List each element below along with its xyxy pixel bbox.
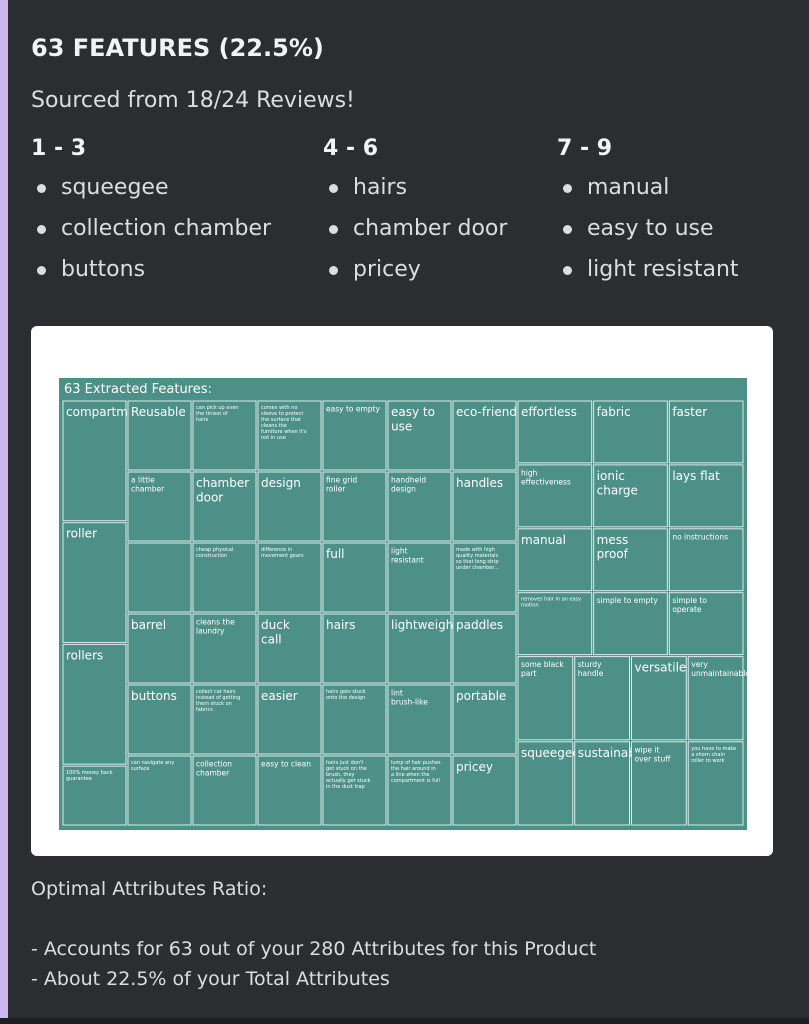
treemap-label: paddles — [456, 618, 503, 632]
treemap-label: fabric — [597, 405, 631, 419]
treemap-label: easy to empty — [326, 405, 380, 414]
treemap-label: versatile — [635, 661, 687, 675]
treemap-label: faster — [672, 405, 707, 419]
treemap-label: portable — [456, 689, 506, 703]
treemap-label: full — [326, 547, 345, 561]
treemap-label: handles — [456, 476, 503, 490]
feature-item: chamber door — [323, 208, 507, 249]
footer-spacer — [31, 904, 596, 934]
treemap-title: 63 Extracted Features: — [64, 382, 212, 397]
features-column-3: 7 - 9 manual easy to use light resistant — [557, 136, 739, 290]
treemap-label: squeegee — [521, 746, 580, 760]
treemap-label: easy to clean — [261, 760, 311, 769]
embed-subtitle: Sourced from 18/24 Reviews! — [31, 88, 355, 113]
treemap-label: collection chamber — [196, 760, 232, 778]
treemap-label: barrel — [131, 618, 166, 632]
treemap-chart: 63 Extracted Features: compartmentroller… — [59, 378, 747, 830]
footer-line: - About 22.5% of your Total Attributes — [31, 968, 390, 990]
feature-item: buttons — [31, 249, 271, 290]
treemap-image[interactable]: 63 Extracted Features: compartment roller… — [31, 326, 773, 856]
treemap-cell — [127, 542, 192, 613]
footer-section: Optimal Attributes Ratio: - Accounts for… — [31, 874, 596, 994]
treemap-label: Reusable — [131, 405, 186, 419]
feature-item: pricey — [323, 249, 507, 290]
treemap-label: no instructions — [672, 532, 728, 541]
treemap-label: lays flat — [672, 469, 720, 483]
features-column-2: 4 - 6 hairs chamber door pricey — [323, 136, 507, 290]
treemap-label: sturdy handle — [578, 660, 604, 678]
treemap-label: roller — [66, 527, 97, 541]
treemap-label: buttons — [131, 689, 177, 703]
feature-item: manual — [557, 167, 739, 208]
feature-item: squeegee — [31, 167, 271, 208]
treemap-label: design — [261, 476, 301, 490]
treemap-label: manual — [521, 533, 566, 547]
feature-item: hairs — [323, 167, 507, 208]
feature-item: light resistant — [557, 249, 739, 290]
embed-card: 63 FEATURES (22.5%) Sourced from 18/24 R… — [0, 0, 809, 1024]
treemap-label: hairs — [326, 618, 355, 632]
embed-title: 63 FEATURES (22.5%) — [31, 34, 324, 62]
footer-heading: Optimal Attributes Ratio: — [31, 878, 268, 900]
bottom-edge — [0, 1018, 809, 1024]
treemap-label: simple to empty — [597, 596, 659, 605]
footer-line: - Accounts for 63 out of your 280 Attrib… — [31, 938, 597, 960]
treemap-label: effortless — [521, 405, 577, 419]
feature-item: easy to use — [557, 208, 739, 249]
features-column-1: 1 - 3 squeegee collection chamber button… — [31, 136, 271, 290]
column-heading: 7 - 9 — [557, 136, 613, 161]
column-heading: 1 - 3 — [31, 136, 87, 161]
treemap-label: made with high quality materials so that l… — [456, 547, 499, 571]
feature-item: collection chamber — [31, 208, 271, 249]
treemap-label: pricey — [456, 760, 493, 774]
column-heading: 4 - 6 — [323, 136, 379, 161]
treemap-label: eco-friendly — [456, 405, 527, 419]
treemap-label: mess proof — [597, 533, 629, 561]
treemap-label: lightweight — [391, 618, 458, 632]
embed-accent-bar — [0, 0, 8, 1024]
treemap-label: easier — [261, 689, 298, 703]
treemap-label: rollers — [66, 648, 103, 662]
treemap-label: hairs gets stuck onto the design — [326, 689, 366, 701]
